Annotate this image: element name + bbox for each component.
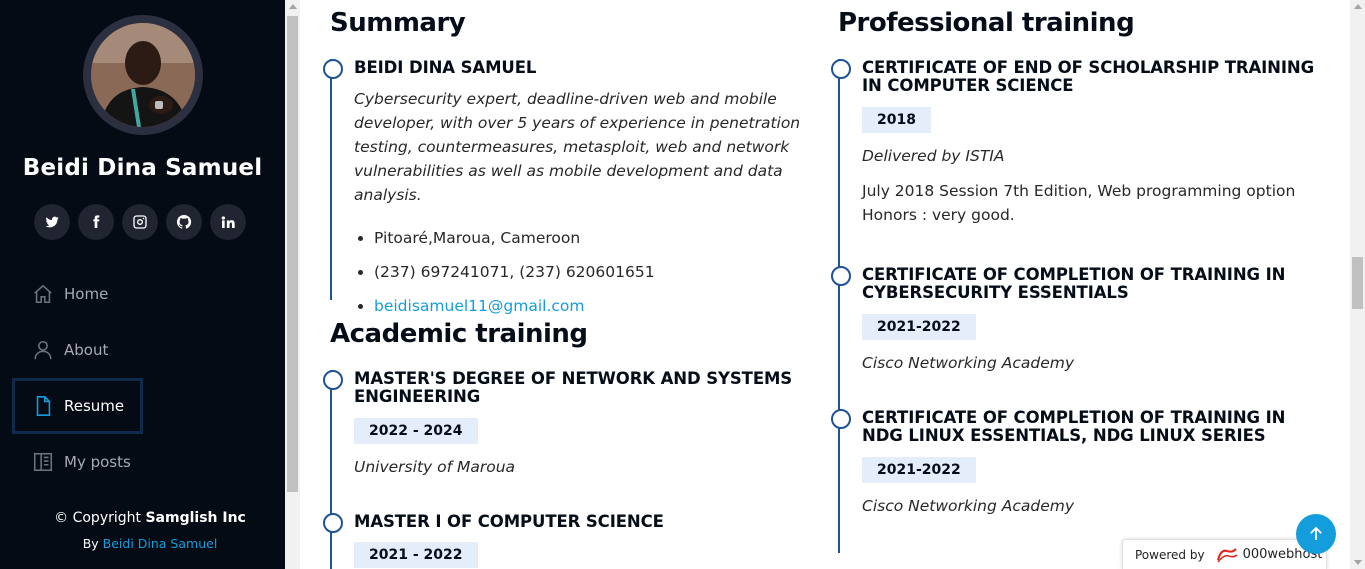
scroll-up-arrow-icon[interactable] [1354,4,1362,9]
professional-item-title: CERTIFICATE OF COMPLETION OF TRAINING IN… [862,408,1286,445]
sidebar-scrollbar[interactable] [285,0,300,569]
professional-item-title: CERTIFICATE OF COMPLETION OF TRAINING IN… [862,265,1286,302]
sidebar-scroll-thumb[interactable] [287,16,298,492]
linkedin-icon[interactable] [210,204,246,240]
nav-item-posts[interactable]: My posts [12,434,272,490]
professional-item-description: July 2018 Session 7th Edition, Web progr… [862,182,1296,224]
page-scrollbar[interactable] [1350,0,1365,569]
copyright-company: Samglish Inc [145,510,246,526]
nav-label-posts: My posts [64,453,131,471]
academic-item-title: MASTER'S DEGREE OF NETWORK AND SYSTEMS E… [354,369,793,406]
academic-item-date: 2022 - 2024 [354,418,478,444]
person-icon [34,340,52,360]
profile-name: Beidi Dina Samuel [22,155,263,181]
nav-label-about: About [64,341,109,359]
badge-prefix: Powered by [1135,547,1205,562]
summary-name: BEIDI DINA SAMUEL [354,58,537,77]
page-scroll-thumb[interactable] [1352,257,1363,309]
academic-item-title: MASTER I OF COMPUTER SCIENCE [354,512,664,531]
professional-item-date: 2021-2022 [862,314,976,340]
summary-description: Cybersecurity expert, deadline-driven we… [354,90,801,204]
summary-title: Summary [330,8,466,38]
scroll-down-arrow-icon[interactable] [1354,560,1362,565]
credits-prefix: By [82,536,99,551]
professional-item-date: 2021-2022 [862,457,976,483]
academic-title: Academic training [330,319,588,349]
contact-list: Pitoaré,Maroua, Cameroon (237) 697241071… [354,221,815,323]
facebook-icon[interactable] [78,204,114,240]
profile-avatar [83,15,203,135]
nav-label-resume: Resume [64,397,125,415]
nav-item-resume[interactable]: Resume [12,378,143,434]
hosting-badge[interactable]: Powered by 000webhost [1122,539,1327,569]
sidebar: Beidi Dina Samuel Home About Resume My p… [0,0,300,569]
professional-item: CERTIFICATE OF COMPLETION OF TRAINING IN… [831,265,1318,409]
professional-item-title: CERTIFICATE OF END OF SCHOLARSHIP TRAINI… [862,58,1315,95]
nav-item-home[interactable]: Home [12,266,272,322]
academic-item-date: 2021 - 2022 [354,542,478,568]
contact-email-item: beidisamuel11@gmail.com [374,289,815,323]
nav-item-about[interactable]: About [12,322,272,378]
professional-item-place: Cisco Networking Academy [862,497,1075,515]
summary-item: BEIDI DINA SAMUEL Cybersecurity expert, … [323,58,815,315]
main-nav: Home About Resume My posts [12,266,272,490]
professional-item: CERTIFICATE OF END OF SCHOLARSHIP TRAINI… [831,58,1318,266]
github-icon[interactable] [166,204,202,240]
instagram-icon[interactable] [122,204,158,240]
contact-address: Pitoaré,Maroua, Cameroon [374,221,815,255]
professional-item-place: Cisco Networking Academy [862,354,1075,372]
arrow-up-icon [1310,526,1322,540]
copyright-prefix: © Copyright [54,510,141,526]
contact-email-link[interactable]: beidisamuel11@gmail.com [374,297,584,315]
credits: By Beidi Dina Samuel [0,536,300,551]
back-to-top-button[interactable] [1296,514,1336,554]
webhost-logo-icon [1216,547,1238,562]
professional-item-place: Delivered by ISTIA [862,147,1005,165]
twitter-icon[interactable] [34,204,70,240]
scroll-up-arrow-icon[interactable] [289,4,297,9]
home-icon [34,284,52,304]
academic-item-place: University of Maroua [354,458,516,476]
nav-label-home: Home [64,285,109,303]
professional-item-date: 2018 [862,107,931,133]
academic-item: MASTER'S DEGREE OF NETWORK AND SYSTEMS E… [323,369,815,513]
credits-link[interactable]: Beidi Dina Samuel [103,536,218,551]
professional-title: Professional training [838,8,1135,38]
profile-photo [91,23,195,127]
contact-phone: (237) 697241071, (237) 620601651 [374,255,815,289]
book-icon [33,452,53,472]
file-icon [36,396,51,416]
copyright: © Copyright Samglish Inc [0,510,300,526]
social-links [34,204,246,240]
resume-content: Summary BEIDI DINA SAMUEL Cybersecurity … [300,0,1350,569]
professional-item: CERTIFICATE OF COMPLETION OF TRAINING IN… [831,408,1318,553]
academic-item: MASTER I OF COMPUTER SCIENCE 2021 - 2022 [323,512,815,569]
